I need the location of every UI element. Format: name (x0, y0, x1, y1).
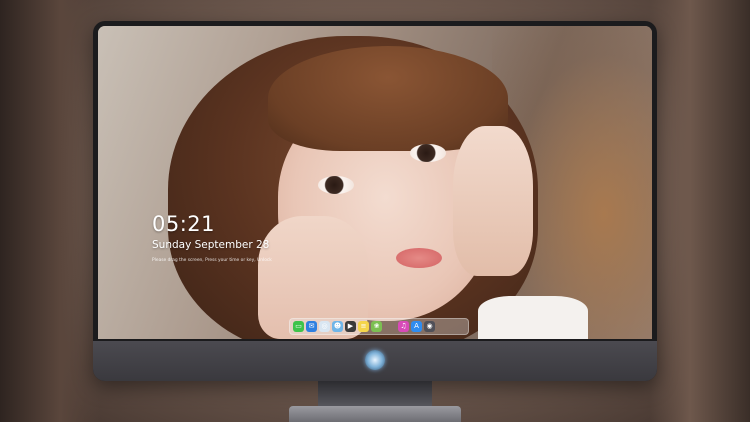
lock-screen[interactable]: 05:21 Sunday September 28 Please drag th… (98, 26, 652, 339)
notes-icon[interactable]: ≡ (358, 321, 369, 332)
safari-icon[interactable]: ◎ (319, 321, 330, 332)
wallpaper-eye-right (410, 144, 446, 162)
app-store-icon[interactable]: A (411, 321, 422, 332)
dock: ▭ ✉ ◎ ☻ ▶ ≡ ❀ ♫ A ◉ (289, 318, 469, 335)
mail-icon[interactable]: ✉ (306, 321, 317, 332)
lock-clock: 05:21 (152, 212, 216, 236)
lock-date: Sunday September 28 (152, 239, 270, 251)
music-icon[interactable]: ♫ (398, 321, 409, 332)
monitor-chin (93, 341, 657, 381)
video-icon[interactable]: ▶ (345, 321, 356, 332)
monitor-stand-base (289, 406, 461, 422)
wallpaper-eye-left (318, 176, 354, 194)
finder-icon[interactable]: ☻ (332, 321, 343, 332)
monitor-stand-neck (318, 381, 432, 409)
photos-icon[interactable]: ❀ (371, 321, 382, 332)
monitor: 05:21 Sunday September 28 Please drag th… (93, 21, 657, 381)
background-blur-left (0, 0, 100, 422)
background-blur-right (650, 0, 750, 422)
brand-logo-icon (365, 350, 385, 370)
unlock-hint: Please drag the screen, Press your time … (152, 258, 272, 263)
camera-icon[interactable]: ◉ (424, 321, 435, 332)
wallpaper-lips (396, 248, 442, 268)
wallpaper-shirt (478, 296, 588, 339)
wallpaper-hand-right (453, 126, 533, 276)
messages-icon[interactable]: ▭ (293, 321, 304, 332)
